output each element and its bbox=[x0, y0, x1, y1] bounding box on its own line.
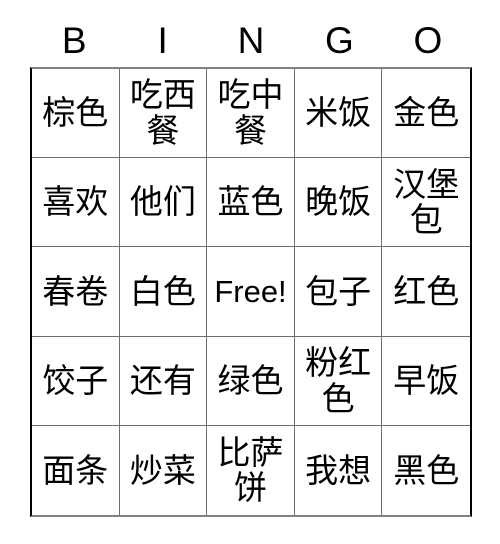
bingo-header: B I N G O bbox=[30, 14, 472, 66]
bingo-cell-label: 还有 bbox=[129, 360, 196, 400]
bingo-cell[interactable]: 包子 bbox=[294, 247, 383, 337]
bingo-cell[interactable]: 早饭 bbox=[382, 337, 470, 426]
bingo-cell-label: 白色 bbox=[129, 271, 196, 311]
bingo-cell[interactable]: 面条 bbox=[32, 425, 120, 515]
bingo-cell[interactable]: 吃西餐 bbox=[119, 69, 208, 159]
header-letter-i: I bbox=[157, 19, 168, 61]
bingo-cell-label: 米饭 bbox=[305, 93, 372, 133]
bingo-cell[interactable]: 粉红色 bbox=[294, 336, 383, 426]
bingo-cell[interactable]: 还有 bbox=[119, 336, 208, 426]
bingo-cell-label: 粉红色 bbox=[305, 343, 372, 418]
header-letter-b: B bbox=[61, 19, 87, 61]
bingo-card: B I N G O 棕色 吃西餐 吃中餐 米饭 金色 喜欢 他们 蓝色 晚饭 汉… bbox=[0, 0, 500, 544]
bingo-cell[interactable]: 白色 bbox=[119, 247, 208, 337]
bingo-grid: 棕色 吃西餐 吃中餐 米饭 金色 喜欢 他们 蓝色 晚饭 汉堡包 春卷 白色 F… bbox=[30, 67, 472, 517]
bingo-cell-label: 喜欢 bbox=[42, 182, 109, 222]
bingo-cell-label: 吃西餐 bbox=[129, 75, 196, 151]
bingo-cell[interactable]: 汉堡包 bbox=[382, 158, 470, 248]
bingo-cell-label: 汉堡包 bbox=[393, 164, 460, 240]
bingo-cell[interactable]: 吃中餐 bbox=[207, 69, 295, 159]
bingo-cell-label: 饺子 bbox=[42, 360, 109, 400]
bingo-cell[interactable]: 晚饭 bbox=[294, 158, 383, 248]
bingo-cell-label: 他们 bbox=[129, 182, 196, 222]
bingo-cell-label: 比萨饼 bbox=[217, 432, 284, 508]
bingo-cell[interactable]: 比萨饼 bbox=[207, 425, 295, 515]
bingo-free-label: Free! bbox=[214, 273, 287, 309]
header-letter-n: N bbox=[237, 19, 265, 61]
bingo-cell-label: 金色 bbox=[393, 93, 460, 133]
bingo-cell-label: 绿色 bbox=[217, 360, 284, 400]
header-letter-g: G bbox=[325, 19, 354, 61]
bingo-cell[interactable]: 炒菜 bbox=[120, 425, 208, 515]
bingo-cell-label: 红色 bbox=[393, 271, 460, 311]
bingo-cell-label: 晚饭 bbox=[305, 182, 372, 222]
bingo-cell[interactable]: 金色 bbox=[382, 69, 470, 159]
bingo-cell-label: 棕色 bbox=[42, 93, 109, 133]
header-letter-o: O bbox=[413, 19, 443, 61]
bingo-cell-label: 蓝色 bbox=[217, 182, 284, 222]
bingo-cell[interactable]: 春卷 bbox=[32, 247, 120, 337]
bingo-cell-label: 我想 bbox=[305, 450, 372, 490]
bingo-cell[interactable]: 米饭 bbox=[294, 69, 383, 159]
bingo-cell-label: 炒菜 bbox=[129, 450, 196, 490]
bingo-cell[interactable]: 绿色 bbox=[207, 336, 295, 426]
bingo-cell[interactable]: 黑色 bbox=[382, 426, 470, 515]
bingo-cell[interactable]: 喜欢 bbox=[32, 158, 120, 248]
bingo-cell[interactable]: 饺子 bbox=[32, 336, 120, 426]
bingo-cell-label: 春卷 bbox=[42, 271, 109, 311]
bingo-cell[interactable]: 红色 bbox=[382, 247, 470, 337]
bingo-cell-label: 黑色 bbox=[393, 450, 460, 490]
bingo-cell-label: 吃中餐 bbox=[217, 75, 284, 151]
bingo-cell-label: 早饭 bbox=[393, 360, 460, 400]
bingo-cell[interactable]: 棕色 bbox=[32, 69, 120, 159]
bingo-cell-label: 面条 bbox=[42, 450, 109, 490]
bingo-free-cell[interactable]: Free! bbox=[207, 247, 295, 337]
bingo-cell[interactable]: 我想 bbox=[295, 425, 383, 515]
bingo-cell[interactable]: 他们 bbox=[119, 158, 208, 248]
bingo-cell[interactable]: 蓝色 bbox=[207, 158, 295, 248]
bingo-cell-label: 包子 bbox=[305, 271, 372, 311]
